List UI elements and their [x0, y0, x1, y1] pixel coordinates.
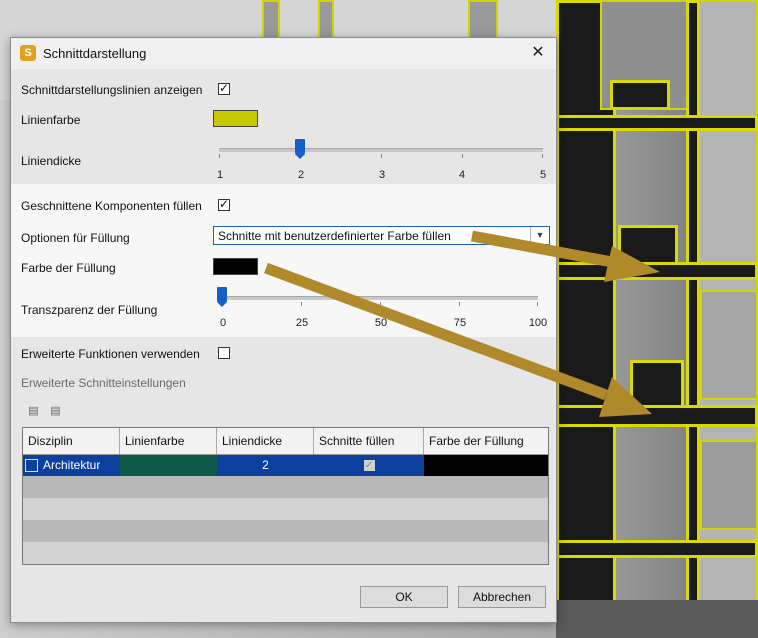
transparency-slider-thumb[interactable]	[217, 287, 227, 307]
viewport-column	[318, 0, 334, 40]
thickness-tick-label: 5	[539, 169, 547, 181]
discipline-cell[interactable]: Architektur	[23, 455, 120, 476]
chevron-down-icon: ▼	[530, 227, 549, 244]
line-color-label: Linienfarbe	[21, 113, 81, 127]
line-thickness-track[interactable]	[219, 148, 543, 152]
column-header[interactable]: Farbe der Füllung	[424, 428, 548, 454]
transparency-label: Transzparenz der Füllung	[21, 303, 158, 317]
transparency-tick-label: 100	[528, 317, 548, 329]
column-header[interactable]: Liniendicke	[217, 428, 314, 454]
add-row-icon[interactable]: ▤	[26, 405, 41, 418]
app-icon: S	[20, 45, 36, 61]
column-header[interactable]: Disziplin	[23, 428, 120, 454]
empty-row	[23, 542, 548, 564]
tick	[381, 154, 382, 158]
lock-icon	[25, 459, 38, 473]
viewport-wall	[700, 440, 758, 530]
thickness-tick-label: 1	[216, 169, 224, 181]
section-display-dialog: S Schnittdarstellung ✕ Schnittdarstellun…	[10, 37, 557, 623]
dialog-title: Schnittdarstellung	[43, 46, 147, 61]
viewport-stair-step	[610, 80, 670, 110]
thickness-tick-label: 2	[297, 169, 305, 181]
transparency-tick-label: 75	[453, 317, 467, 329]
empty-row	[23, 520, 548, 542]
viewport-floor	[556, 600, 758, 638]
viewport-slab	[556, 540, 758, 558]
tick	[301, 302, 302, 306]
viewport-wall	[700, 290, 758, 400]
fill-components-checkbox[interactable]	[218, 197, 230, 211]
tick	[537, 302, 538, 306]
tick	[459, 302, 460, 306]
viewport-slab	[556, 405, 758, 427]
line-color-swatch[interactable]	[213, 110, 258, 127]
fill-options-label: Optionen für Füllung	[21, 231, 130, 245]
viewport-stair-step	[618, 225, 678, 265]
line-thickness-label: Liniendicke	[21, 154, 82, 168]
cancel-button[interactable]: Abbrechen	[458, 586, 546, 608]
transparency-track[interactable]	[222, 296, 538, 300]
viewport-slab	[556, 115, 758, 131]
discipline-name: Architektur	[43, 458, 101, 472]
column-header[interactable]: Schnitte füllen	[314, 428, 424, 454]
transparency-tick-label: 0	[219, 317, 227, 329]
tick	[219, 154, 220, 158]
thickness-cell[interactable]: 2	[217, 455, 314, 476]
tick	[462, 154, 463, 158]
advanced-section-label: Erweiterte Schnitteinstellungen	[21, 376, 186, 390]
transparency-tick-label: 25	[295, 317, 309, 329]
line-color-cell[interactable]	[120, 455, 217, 476]
thickness-tick-label: 4	[458, 169, 466, 181]
empty-row	[23, 476, 548, 498]
show-lines-label: Schnittdarstellungslinien anzeigen	[21, 83, 203, 97]
viewport-column	[468, 0, 498, 40]
remove-row-icon[interactable]: ▤	[48, 405, 63, 418]
discipline-table: Disziplin Linienfarbe Liniendicke Schnit…	[22, 427, 549, 565]
viewport-column	[262, 0, 280, 40]
tick	[542, 154, 543, 158]
viewport-slab	[556, 262, 758, 280]
dialog-titlebar[interactable]: S Schnittdarstellung ✕	[11, 38, 556, 69]
fill-options-dropdown[interactable]: Schnitte mit benutzerdefinierter Farbe f…	[213, 226, 550, 245]
transparency-tick-label: 50	[374, 317, 388, 329]
fill-checkbox[interactable]: ✓	[363, 460, 375, 472]
show-lines-checkbox[interactable]	[218, 81, 230, 95]
fill-color-swatch[interactable]	[213, 258, 258, 275]
column-header[interactable]: Linienfarbe	[120, 428, 217, 454]
table-row[interactable]: Architektur 2 ✓	[23, 455, 548, 476]
line-thickness-slider-thumb[interactable]	[294, 139, 305, 159]
fill-options-value: Schnitte mit benutzerdefinierter Farbe f…	[218, 229, 451, 243]
advanced-label: Erweiterte Funktionen verwenden	[21, 347, 200, 361]
fill-cell[interactable]: ✓	[314, 455, 424, 476]
table-header: Disziplin Linienfarbe Liniendicke Schnit…	[23, 428, 548, 455]
fill-components-label: Geschnittene Komponenten füllen	[21, 199, 202, 213]
thickness-tick-label: 3	[378, 169, 386, 181]
fill-color-label: Farbe der Füllung	[21, 261, 116, 275]
fill-color-cell[interactable]	[424, 455, 548, 476]
advanced-checkbox[interactable]	[218, 347, 230, 359]
tick	[380, 302, 381, 306]
ok-button[interactable]: OK	[360, 586, 448, 608]
empty-row	[23, 498, 548, 520]
close-icon[interactable]: ✕	[528, 43, 548, 63]
